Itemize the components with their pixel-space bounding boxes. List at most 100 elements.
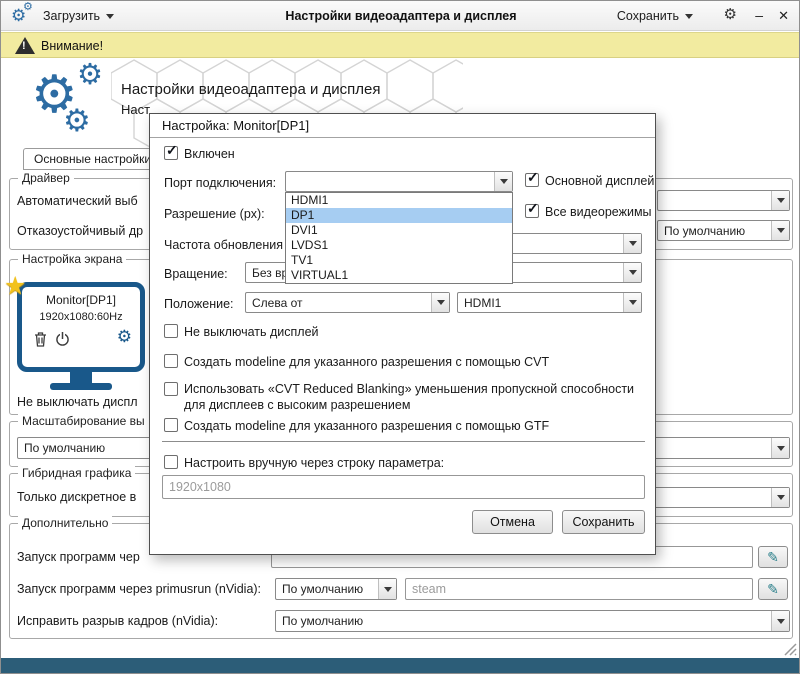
port-option[interactable]: TV1 <box>286 253 512 268</box>
cancel-button[interactable]: Отмена <box>472 510 553 534</box>
power-icon[interactable] <box>55 331 70 352</box>
enabled-checkbox[interactable]: ✓ <box>164 146 178 160</box>
position-value: Слева от <box>252 296 303 310</box>
chevron-down-icon <box>771 438 789 458</box>
port-option[interactable]: DVI1 <box>286 223 512 238</box>
cvt-reduced-blanking-label-line2: для дисплеев с высоким разрешением <box>184 398 410 412</box>
manual-config-checkbox[interactable] <box>164 455 178 469</box>
dialog-save-button[interactable]: Сохранить <box>562 510 645 534</box>
primusrun-value: По умолчанию <box>282 582 363 596</box>
driver-auto-label: Автоматический выб <box>17 194 138 208</box>
primary-display-label: Основной дисплей <box>545 174 654 188</box>
fieldset-driver-legend: Драйвер <box>18 171 74 185</box>
page-subtitle: Наст <box>121 102 150 117</box>
close-button[interactable]: ✕ <box>778 8 789 24</box>
monitor-name: Monitor[DP1] <box>22 293 140 307</box>
pencil-icon: ✎ <box>767 549 779 566</box>
position-combobox[interactable]: Слева от <box>245 292 450 313</box>
fieldset-scaling-legend: Масштабирование вы <box>18 414 149 428</box>
run-programs-edit-button[interactable]: ✎ <box>758 546 788 568</box>
chevron-down-icon <box>771 611 789 631</box>
gtf-modeline-label: Создать modeline для указанного разрешен… <box>184 419 549 433</box>
dialog-title: Настройка: Monitor[DP1] <box>150 114 655 138</box>
chevron-down-icon <box>771 191 789 210</box>
position-target-combobox[interactable]: HDMI1 <box>457 292 642 313</box>
gear-icon: ⚙ <box>77 61 103 90</box>
resolution-label: Разрешение (px): <box>164 207 265 221</box>
check-icon: ✓ <box>166 143 178 158</box>
save-button-label: Сохранить <box>617 9 679 23</box>
scaling-value: По умолчанию <box>24 441 105 455</box>
driver-failsafe-select[interactable]: По умолчанию <box>657 220 790 241</box>
run-programs-label: Запуск программ чер <box>17 550 140 564</box>
port-dropdown-list: HDMI1 DP1 DVI1 LVDS1 TV1 VIRTUAL1 <box>285 192 513 284</box>
port-option[interactable]: HDMI1 <box>286 193 512 208</box>
port-option[interactable]: LVDS1 <box>286 238 512 253</box>
resize-grip[interactable] <box>782 641 798 656</box>
no-display-off-label: Не выключать дисплей <box>184 325 319 339</box>
tearfix-label: Исправить разрыв кадров (nVidia): <box>17 614 218 628</box>
port-option[interactable]: VIRTUAL1 <box>286 268 512 283</box>
dialog-separator <box>162 441 645 442</box>
warning-text: Внимание! <box>41 39 103 53</box>
driver-failsafe-label: Отказоустойчивый др <box>17 224 143 238</box>
chevron-down-icon <box>378 579 396 599</box>
primusrun-edit-button[interactable]: ✎ <box>758 578 788 600</box>
no-display-off-checkbox[interactable] <box>164 324 178 338</box>
fieldset-hybrid-legend: Гибридная графика <box>18 466 135 480</box>
position-label: Положение: <box>164 297 234 311</box>
hybrid-label: Только дискретное в <box>17 490 136 504</box>
monitor-stand-neck <box>70 372 92 383</box>
chevron-down-icon <box>771 488 789 507</box>
tab-main-settings-label: Основные настройки <box>34 152 151 166</box>
chevron-down-icon <box>431 293 449 312</box>
tab-main-settings[interactable]: Основные настройки <box>23 148 162 170</box>
allmodes-label: Все видеорежимы <box>545 205 652 219</box>
chevron-down-icon <box>685 14 693 19</box>
primusrun-select[interactable]: По умолчанию <box>275 578 397 600</box>
refresh-label: Частота обновления ( <box>164 238 291 252</box>
port-combobox[interactable] <box>285 171 513 192</box>
allmodes-checkbox[interactable]: ✓ <box>525 204 539 218</box>
screen-note-label: Не выключать диспл <box>17 395 138 409</box>
primusrun-input[interactable] <box>405 578 753 600</box>
monitor-settings-gear-icon[interactable]: ⚙ <box>117 327 132 347</box>
save-button[interactable]: Сохранить <box>617 6 693 26</box>
exclamation-mark: ! <box>22 40 26 52</box>
settings-gear-button[interactable]: ⚙ <box>724 5 737 23</box>
warning-banner: ! Внимание! <box>1 32 800 58</box>
chevron-down-icon <box>623 263 641 282</box>
enabled-label: Включен <box>184 147 235 161</box>
driver-failsafe-value: По умолчанию <box>664 224 745 238</box>
app-logo: ⚙ ⚙ ⚙ <box>29 63 124 143</box>
fieldset-extra-legend: Дополнительно <box>18 516 112 530</box>
chevron-down-icon <box>623 293 641 312</box>
fieldset-screen-legend: Настройка экрана <box>18 252 126 266</box>
cvt-modeline-label: Создать modeline для указанного разрешен… <box>184 355 549 369</box>
chevron-down-icon <box>623 234 641 253</box>
tearfix-select[interactable]: По умолчанию <box>275 610 790 632</box>
cvt-modeline-checkbox[interactable] <box>164 354 178 368</box>
check-icon: ✓ <box>527 201 539 216</box>
manual-config-input[interactable] <box>162 475 645 499</box>
port-label: Порт подключения: <box>164 176 276 190</box>
position-target-value: HDMI1 <box>464 296 501 310</box>
monitor-stand-base <box>50 383 112 390</box>
primary-display-checkbox[interactable]: ✓ <box>525 173 539 187</box>
cvt-reduced-blanking-label-line1: Использовать «CVT Reduced Blanking» умен… <box>184 382 634 396</box>
chevron-down-icon <box>494 172 512 191</box>
gtf-modeline-checkbox[interactable] <box>164 418 178 432</box>
driver-auto-select[interactable] <box>657 190 790 211</box>
tearfix-value: По умолчанию <box>282 614 363 628</box>
primusrun-label: Запуск программ через primusrun (nVidia)… <box>17 582 261 596</box>
monitor-card[interactable]: Monitor[DP1] 1920x1080:60Hz ⚙ <box>17 282 145 372</box>
window-titlebar: ⚙ ⚙ Загрузить Настройки видеоадаптера и … <box>1 1 800 31</box>
trash-icon[interactable] <box>34 331 47 352</box>
gear-icon: ⚙ <box>724 6 737 23</box>
cvt-reduced-blanking-checkbox[interactable] <box>164 382 178 396</box>
gear-icon: ⚙ <box>63 105 91 136</box>
port-option-selected[interactable]: DP1 <box>286 208 512 223</box>
rotation-label: Вращение: <box>164 267 228 281</box>
minimize-button[interactable]: – <box>755 7 763 23</box>
check-icon: ✓ <box>527 170 539 185</box>
